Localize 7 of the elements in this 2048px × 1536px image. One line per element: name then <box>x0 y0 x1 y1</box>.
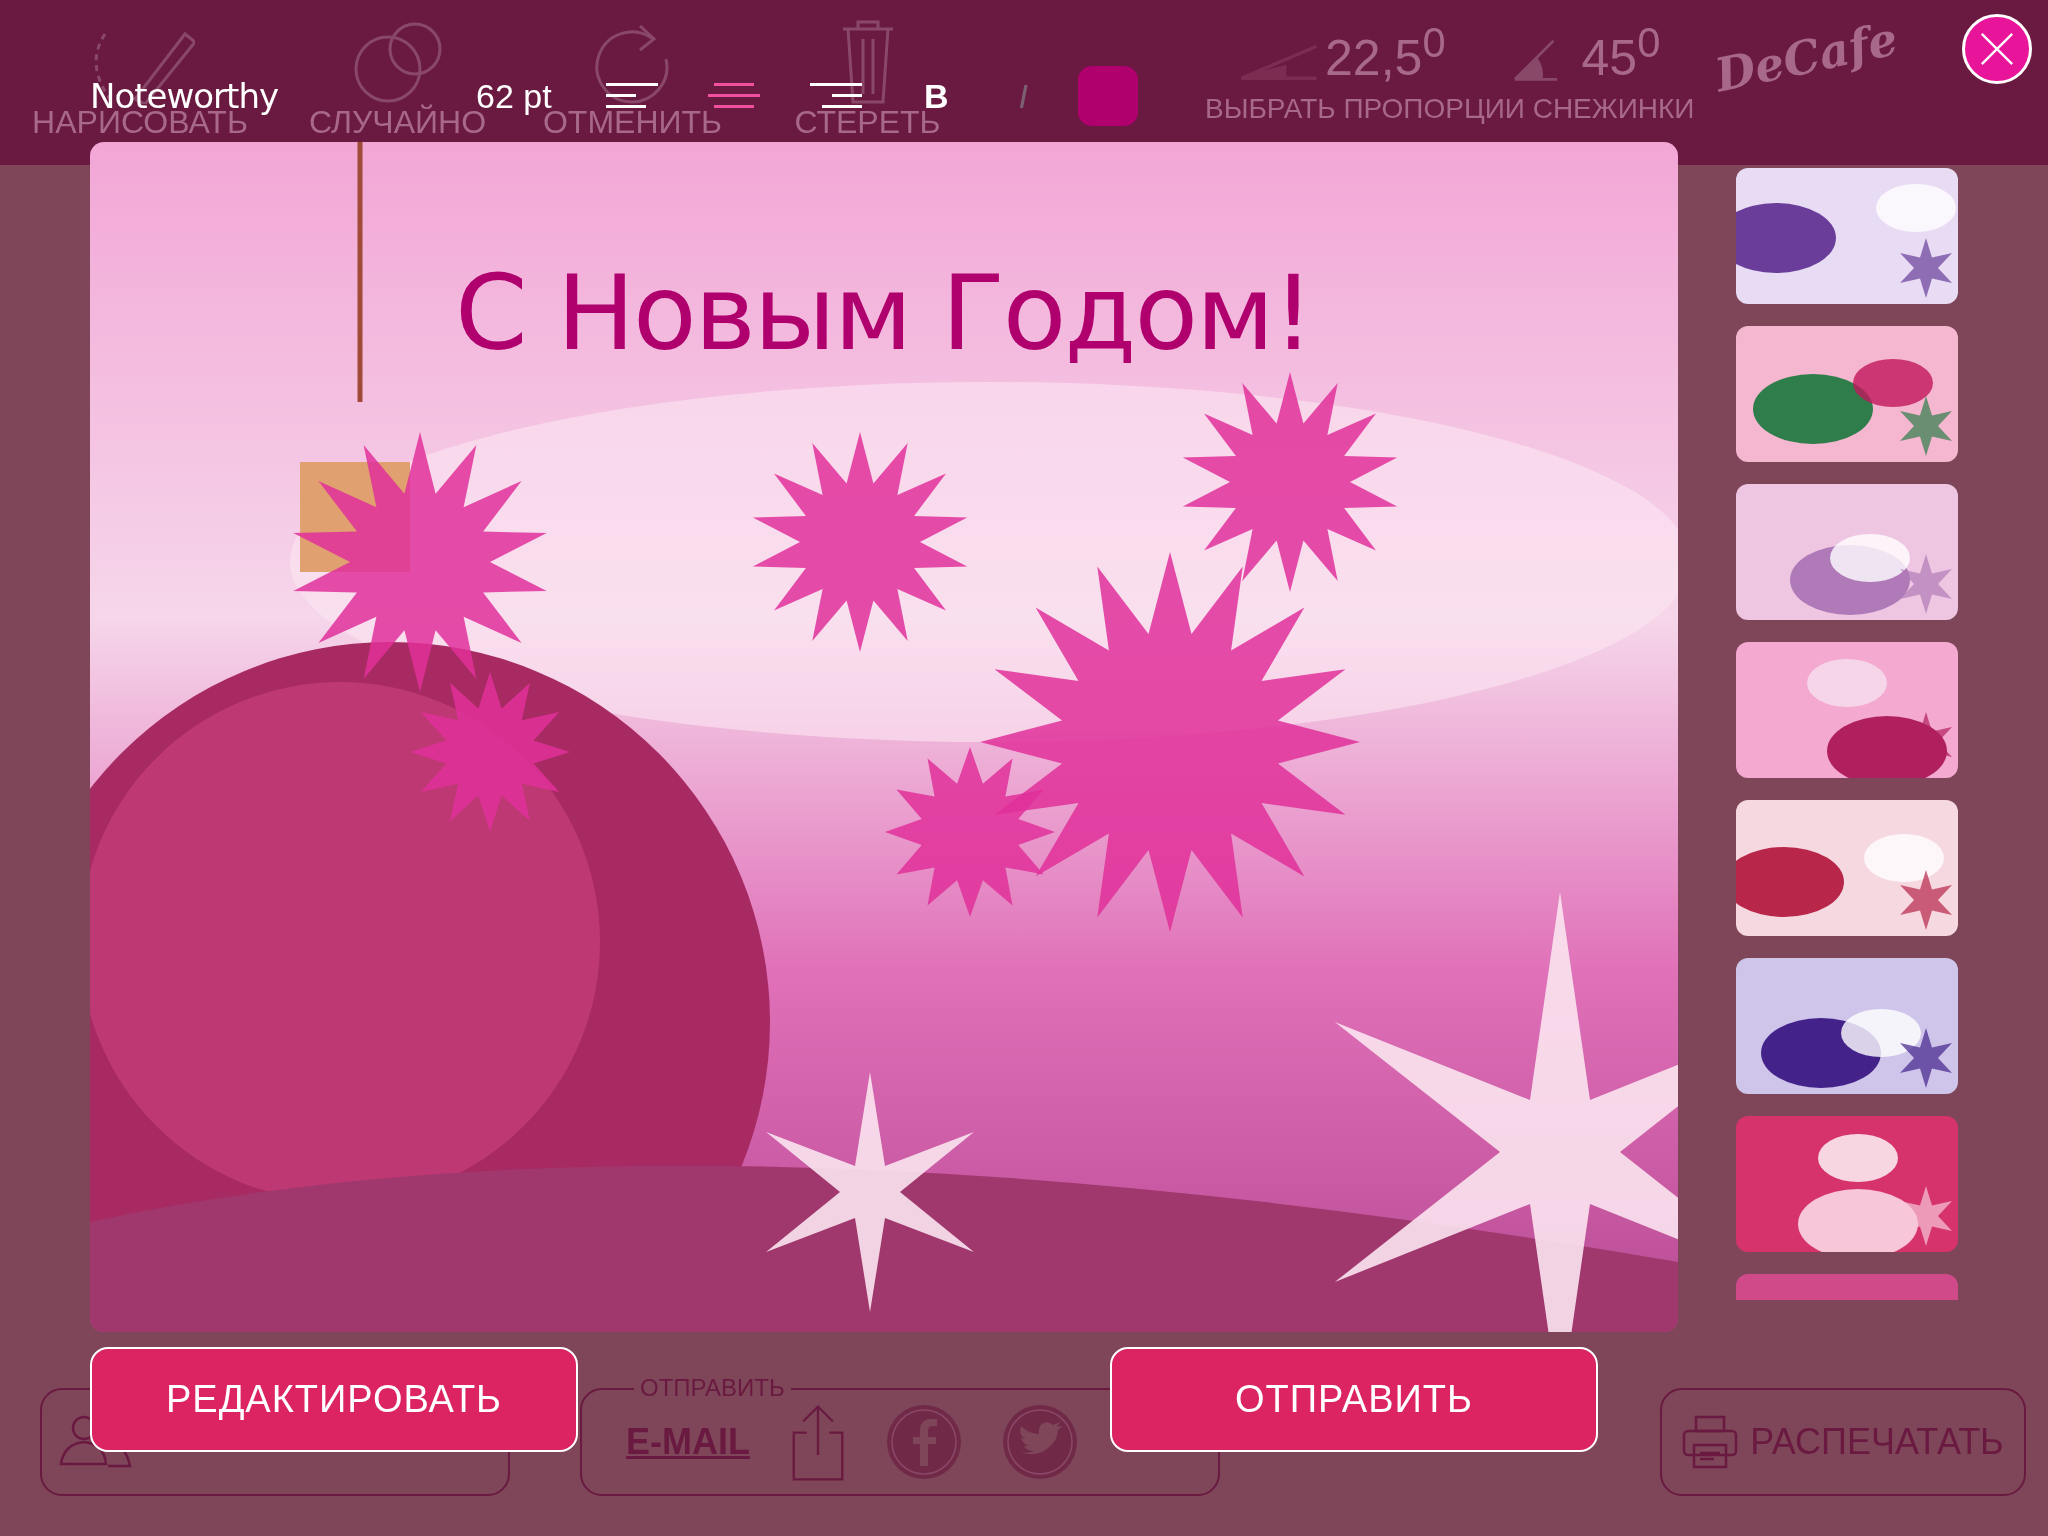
edit-button[interactable]: РЕДАКТИРОВАТЬ <box>90 1347 578 1452</box>
send-button[interactable]: ОТПРАВИТЬ <box>1110 1347 1598 1452</box>
logo: DeCafe <box>1710 11 1903 103</box>
greeting-text[interactable]: С Новым Годом! <box>455 252 1313 374</box>
angle-label[interactable]: 22,5$^{0}$ <box>1325 22 1446 83</box>
proportions-label: ВЫБРАТЬ ПРОПОРЦИИ СНЕЖИНКИ <box>1205 92 1695 125</box>
angle-label[interactable]: 45$^{0}$ <box>1581 22 1661 83</box>
